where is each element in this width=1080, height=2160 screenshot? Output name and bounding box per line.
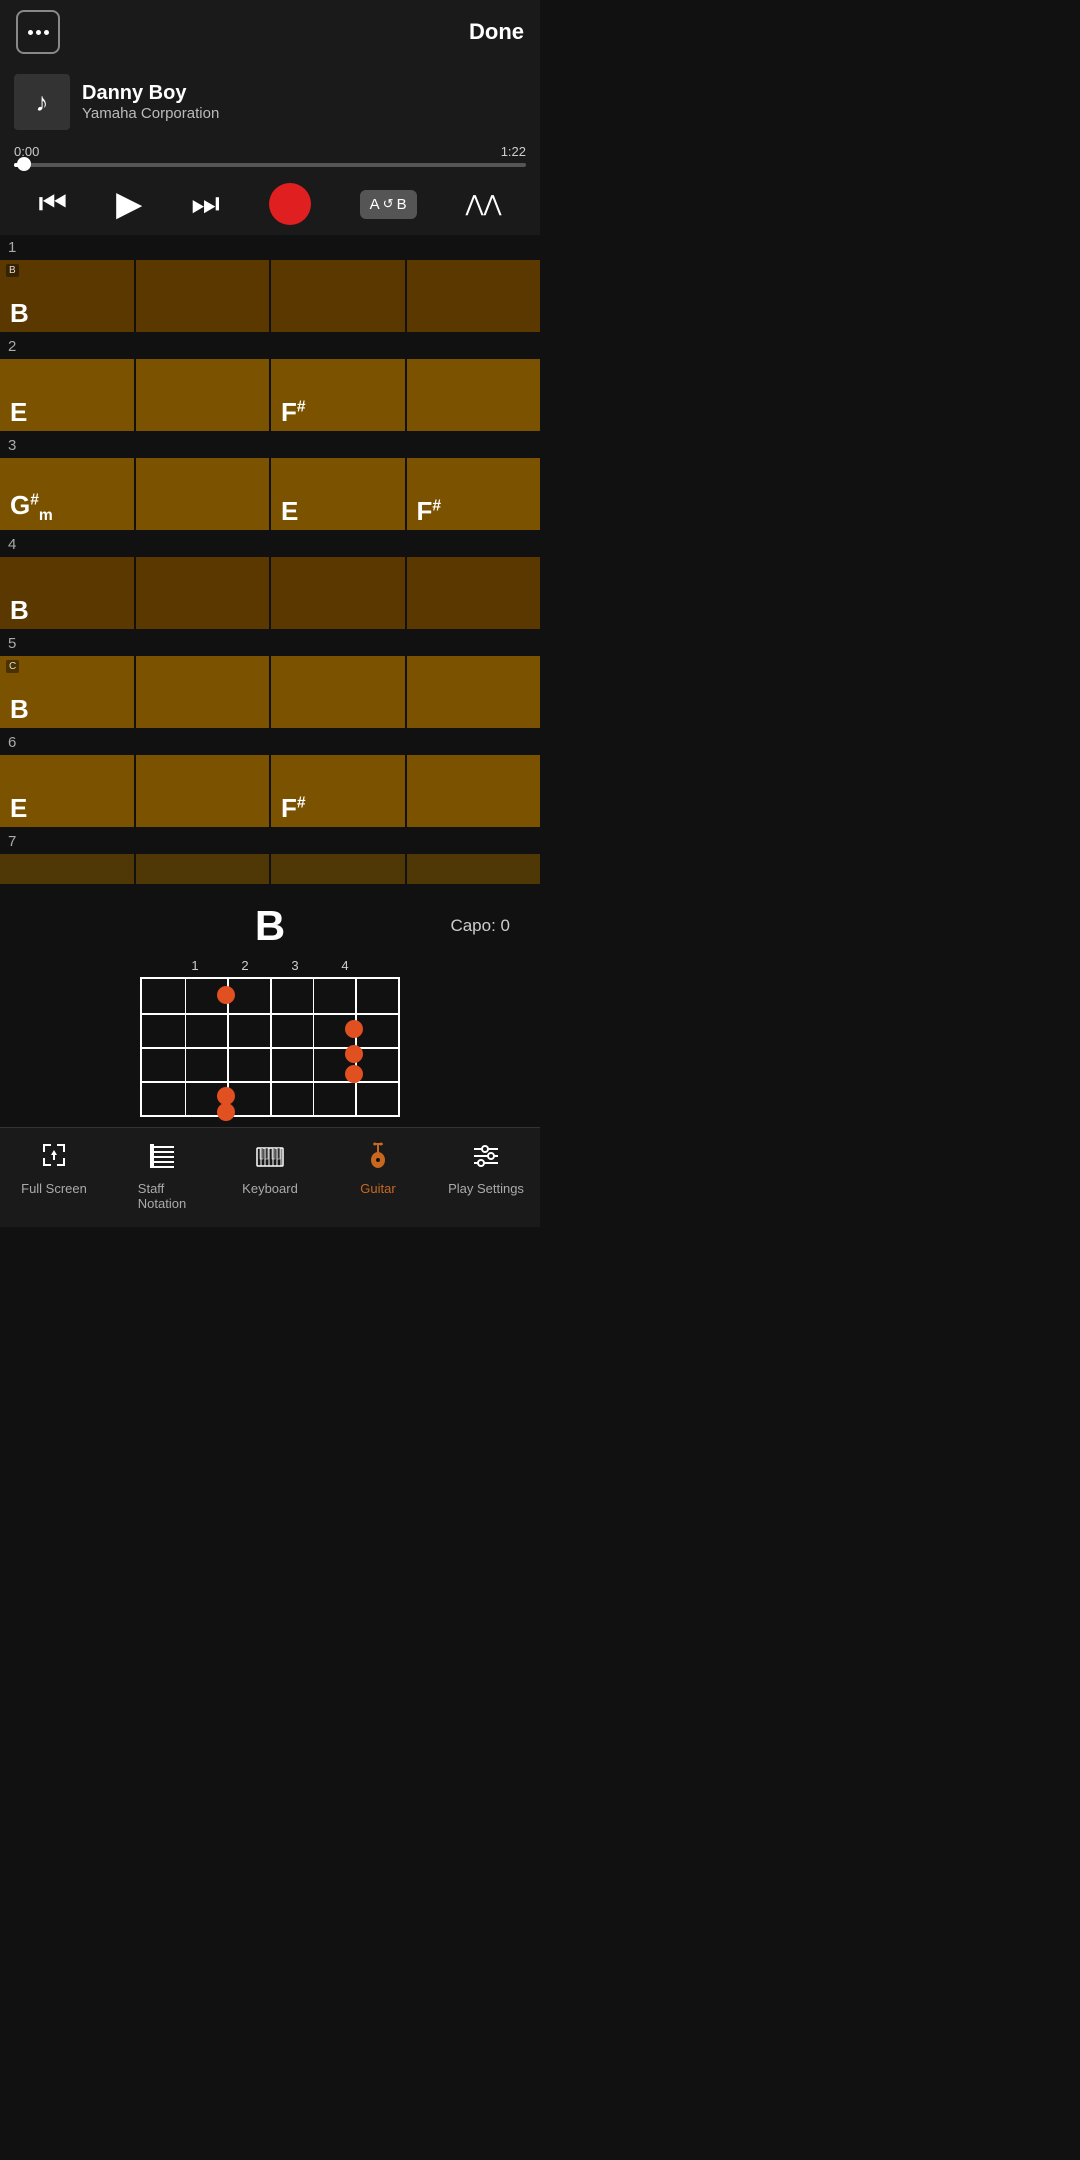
nav-item-keyboard[interactable]: Keyboard bbox=[216, 1136, 324, 1215]
nav-item-staff[interactable]: StaffNotation bbox=[108, 1136, 216, 1215]
track-info: Danny Boy Yamaha Corporation bbox=[82, 82, 526, 122]
record-button[interactable] bbox=[269, 183, 311, 225]
row-label-7: 7 bbox=[0, 829, 540, 854]
dot1 bbox=[28, 30, 33, 35]
fret-numbers: 1 2 3 4 bbox=[140, 958, 400, 973]
fullscreen-icon bbox=[39, 1140, 69, 1177]
chord-row-3: G#m E F# bbox=[0, 458, 540, 530]
fret-diagram: 1 2 3 4 bbox=[140, 958, 400, 1117]
chord-cell-6-2[interactable] bbox=[136, 755, 270, 827]
chord-cell-6-1[interactable]: E bbox=[0, 755, 134, 827]
chord-cell-1-4[interactable] bbox=[407, 260, 541, 332]
boost-button[interactable]: ⋀⋀ bbox=[465, 191, 501, 217]
chord-cell-4-3[interactable] bbox=[271, 557, 405, 629]
chord-diagram-area: B Capo: 0 1 2 3 4 bbox=[0, 886, 540, 1127]
row-label-6: 6 bbox=[0, 730, 540, 755]
ab-label-b: B bbox=[397, 196, 407, 213]
chord-cell-1-1[interactable]: B B bbox=[0, 260, 134, 332]
dot2 bbox=[36, 30, 41, 35]
fret-dot-5 bbox=[217, 1087, 235, 1105]
nav-item-play-settings[interactable]: Play Settings bbox=[432, 1136, 540, 1215]
chord-cell-4-4[interactable] bbox=[407, 557, 541, 629]
time-total: 1:22 bbox=[501, 144, 526, 159]
row-label-5: 5 bbox=[0, 631, 540, 656]
nav-item-fullscreen[interactable]: Full Screen bbox=[0, 1136, 108, 1215]
chord-cell-7-4[interactable] bbox=[407, 854, 541, 884]
chord-row-1: B B bbox=[0, 260, 540, 332]
chord-cell-5-2[interactable] bbox=[136, 656, 270, 728]
chord-row-2: E F# bbox=[0, 359, 540, 431]
chord-cell-3-4[interactable]: F# bbox=[407, 458, 541, 530]
ab-icon: ↺ bbox=[383, 196, 394, 212]
nav-item-guitar[interactable]: Guitar bbox=[324, 1136, 432, 1215]
dot3 bbox=[44, 30, 49, 35]
rewind-button[interactable]: ⏮ bbox=[38, 185, 67, 223]
row-label-4: 4 bbox=[0, 532, 540, 557]
nav-label-keyboard: Keyboard bbox=[242, 1181, 298, 1196]
chord-cell-2-3[interactable]: F# bbox=[271, 359, 405, 431]
keyboard-icon bbox=[255, 1140, 285, 1177]
nav-label-fullscreen: Full Screen bbox=[21, 1181, 87, 1196]
chord-cell-2-4[interactable] bbox=[407, 359, 541, 431]
chord-cell-6-3[interactable]: F# bbox=[271, 755, 405, 827]
play-button[interactable]: ▶ bbox=[116, 184, 142, 224]
chord-cell-2-2[interactable] bbox=[136, 359, 270, 431]
chord-big-name: B bbox=[255, 902, 285, 950]
chord-cell-5-4[interactable] bbox=[407, 656, 541, 728]
chord-row-7 bbox=[0, 854, 540, 884]
nav-label-staff: StaffNotation bbox=[138, 1181, 186, 1211]
chord-diagram-header: B Capo: 0 bbox=[0, 902, 540, 950]
ab-button[interactable]: A ↺ B bbox=[360, 190, 417, 219]
fret-dot-4 bbox=[345, 1065, 363, 1083]
chord-cell-7-1[interactable] bbox=[0, 854, 134, 884]
nav-label-guitar: Guitar bbox=[360, 1181, 395, 1196]
track-artist: Yamaha Corporation bbox=[82, 105, 526, 122]
guitar-icon bbox=[363, 1140, 393, 1177]
transport-controls: ⏮ ▶ ⏭ A ↺ B ⋀⋀ bbox=[0, 173, 540, 235]
progress-track[interactable] bbox=[14, 163, 526, 167]
chord-cell-3-1[interactable]: G#m bbox=[0, 458, 134, 530]
chord-cell-5-3[interactable] bbox=[271, 656, 405, 728]
chord-row-4: B bbox=[0, 557, 540, 629]
row-label-3: 3 bbox=[0, 433, 540, 458]
ab-label: A bbox=[370, 196, 380, 213]
chord-cell-4-2[interactable] bbox=[136, 557, 270, 629]
row-label-2: 2 bbox=[0, 334, 540, 359]
staff-icon bbox=[147, 1140, 177, 1177]
track-title: Danny Boy bbox=[82, 82, 526, 105]
row-label-1: 1 bbox=[0, 235, 540, 260]
fret-dot-6 bbox=[217, 1103, 235, 1121]
chord-cell-1-3[interactable] bbox=[271, 260, 405, 332]
chord-section: 1 B B 2 E F# 3 G#m E F# 4 bbox=[0, 235, 540, 884]
chord-row-5: C B bbox=[0, 656, 540, 728]
progress-thumb[interactable] bbox=[17, 157, 31, 171]
fast-forward-button[interactable]: ⏭ bbox=[191, 185, 220, 223]
chord-row-6: E F# bbox=[0, 755, 540, 827]
progress-times: 0:00 1:22 bbox=[14, 144, 526, 159]
play-settings-icon bbox=[471, 1140, 501, 1177]
done-button[interactable]: Done bbox=[469, 19, 524, 45]
progress-area[interactable]: 0:00 1:22 bbox=[0, 140, 540, 173]
app-header: Done bbox=[0, 0, 540, 64]
capo-label: Capo: 0 bbox=[450, 916, 510, 936]
fret-dot-3 bbox=[345, 1045, 363, 1063]
chord-cell-3-3[interactable]: E bbox=[271, 458, 405, 530]
chord-cell-3-2[interactable] bbox=[136, 458, 270, 530]
fret-dot-2 bbox=[345, 1020, 363, 1038]
chord-cell-1-2[interactable] bbox=[136, 260, 270, 332]
fret-grid bbox=[140, 977, 400, 1117]
chord-cell-4-1[interactable]: B bbox=[0, 557, 134, 629]
chord-cell-2-1[interactable]: E bbox=[0, 359, 134, 431]
more-options-button[interactable] bbox=[16, 10, 60, 54]
fret-dot-1 bbox=[217, 986, 235, 1004]
bottom-nav: Full Screen StaffNotation bbox=[0, 1127, 540, 1227]
album-art: ♪ bbox=[14, 74, 70, 130]
nav-label-play-settings: Play Settings bbox=[448, 1181, 524, 1196]
now-playing-bar: ♪ Danny Boy Yamaha Corporation bbox=[0, 64, 540, 140]
chord-cell-5-1[interactable]: C B bbox=[0, 656, 134, 728]
chord-cell-7-2[interactable] bbox=[136, 854, 270, 884]
chord-cell-7-3[interactable] bbox=[271, 854, 405, 884]
chord-cell-6-4[interactable] bbox=[407, 755, 541, 827]
